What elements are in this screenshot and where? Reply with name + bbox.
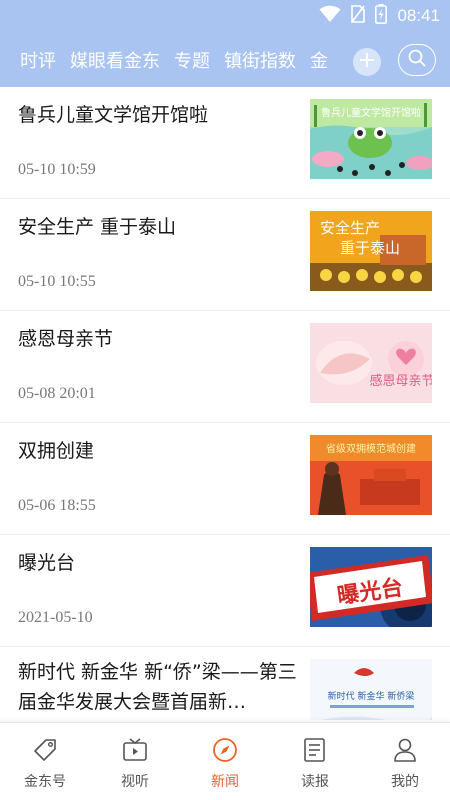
channel-tabs: 时评 媒眼看金东 专题 镇街指数 金 <box>20 32 328 87</box>
news-item[interactable]: 感恩母亲节 05-08 20:01 感恩母亲节 <box>0 311 450 423</box>
tag-icon <box>32 737 58 767</box>
nav-label: 新闻 <box>211 774 239 790</box>
nav-xinwen[interactable]: 新闻 <box>180 723 270 800</box>
tab-jin-partial[interactable]: 金 <box>310 47 328 73</box>
plus-icon <box>359 52 375 72</box>
news-thumbnail-safety: 安全生产 重于泰山 <box>310 211 432 291</box>
news-title: 曝光台 <box>18 552 76 574</box>
news-thumbnail-double-support: 省级双拥模范城创建 <box>310 435 432 515</box>
compass-icon <box>212 737 238 767</box>
nav-label: 金东号 <box>24 774 66 790</box>
status-icons: 08:41 <box>319 4 440 28</box>
person-icon <box>392 737 418 767</box>
nav-wode[interactable]: 我的 <box>360 723 450 800</box>
thumbnail-caption: 省级双拥模范城创建 <box>326 442 416 455</box>
battery-charging-icon <box>375 4 388 28</box>
nav-label: 读报 <box>301 774 329 790</box>
status-bar: 08:41 <box>0 0 450 32</box>
tab-zhenjie-zhishu[interactable]: 镇街指数 <box>224 47 296 73</box>
sim-icon <box>351 5 366 27</box>
news-item[interactable]: 鲁兵儿童文学馆开馆啦 05-10 10:59 鲁兵儿童文学馆开馆啦 <box>0 87 450 199</box>
wifi-icon <box>319 5 341 27</box>
search-icon <box>407 48 427 72</box>
tab-shiping[interactable]: 时评 <box>20 47 56 73</box>
news-item[interactable]: 新时代 新金华 新“侨”梁——第三届金华发展大会暨首届新… 新时代 新金华 新侨… <box>0 647 450 720</box>
nav-shiting[interactable]: 视听 <box>90 723 180 800</box>
news-time: 05-10 10:59 <box>18 161 96 178</box>
channel-tab-bar: 时评 媒眼看金东 专题 镇街指数 金 <box>0 32 450 87</box>
news-thumbnail-frog-pond: 鲁兵儿童文学馆开馆啦 <box>310 99 432 179</box>
search-button[interactable] <box>398 44 436 76</box>
news-thumbnail-mothers-day: 感恩母亲节 <box>310 323 432 403</box>
news-title: 鲁兵儿童文学馆开馆啦 <box>18 104 209 126</box>
nav-dubao[interactable]: 读报 <box>270 723 360 800</box>
news-time: 2021-05-10 <box>18 609 93 626</box>
news-title: 双拥创建 <box>18 440 95 462</box>
news-title: 感恩母亲节 <box>18 328 114 350</box>
tv-play-icon <box>122 737 148 767</box>
tab-meiyan-jindong[interactable]: 媒眼看金东 <box>70 47 160 73</box>
news-time: 05-10 10:55 <box>18 273 96 290</box>
thumbnail-caption: 感恩母亲节 <box>369 373 432 389</box>
news-title: 新时代 新金华 新“侨”梁——第三届金华发展大会暨首届新… <box>18 661 297 713</box>
newspaper-icon <box>302 737 328 767</box>
news-time: 05-08 20:01 <box>18 385 96 402</box>
news-thumbnail-jinhua-conference: 新时代 新金华 新侨梁 <box>310 659 432 720</box>
nav-label: 视听 <box>121 774 149 790</box>
tab-zhuanti[interactable]: 专题 <box>174 47 210 73</box>
news-time: 05-06 18:55 <box>18 497 96 514</box>
news-item[interactable]: 双拥创建 05-06 18:55 省级双拥模范城创建 <box>0 423 450 535</box>
thumbnail-caption: 新时代 新金华 新侨梁 <box>328 690 415 702</box>
news-thumbnail-exposure: 曝光台 <box>310 547 432 627</box>
thumbnail-caption-line1: 安全生产 <box>320 219 380 237</box>
nav-jindonghao[interactable]: 金东号 <box>0 723 90 800</box>
news-item[interactable]: 安全生产 重于泰山 05-10 10:55 安全生产 重于泰山 <box>0 199 450 311</box>
bottom-navigation: 金东号 视听 新闻 读报 我的 <box>0 722 450 800</box>
news-title: 安全生产 重于泰山 <box>18 216 177 238</box>
news-item[interactable]: 曝光台 2021-05-10 曝光台 <box>0 535 450 647</box>
nav-label: 我的 <box>391 774 419 790</box>
status-time: 08:41 <box>397 6 440 25</box>
news-list: 鲁兵儿童文学馆开馆啦 05-10 10:59 鲁兵儿童文学馆开馆啦 安全生产 重… <box>0 87 450 720</box>
thumbnail-caption: 鲁兵儿童文学馆开馆啦 <box>321 106 421 119</box>
add-channel-button[interactable] <box>353 48 381 76</box>
thumbnail-caption-line2: 重于泰山 <box>340 239 400 257</box>
